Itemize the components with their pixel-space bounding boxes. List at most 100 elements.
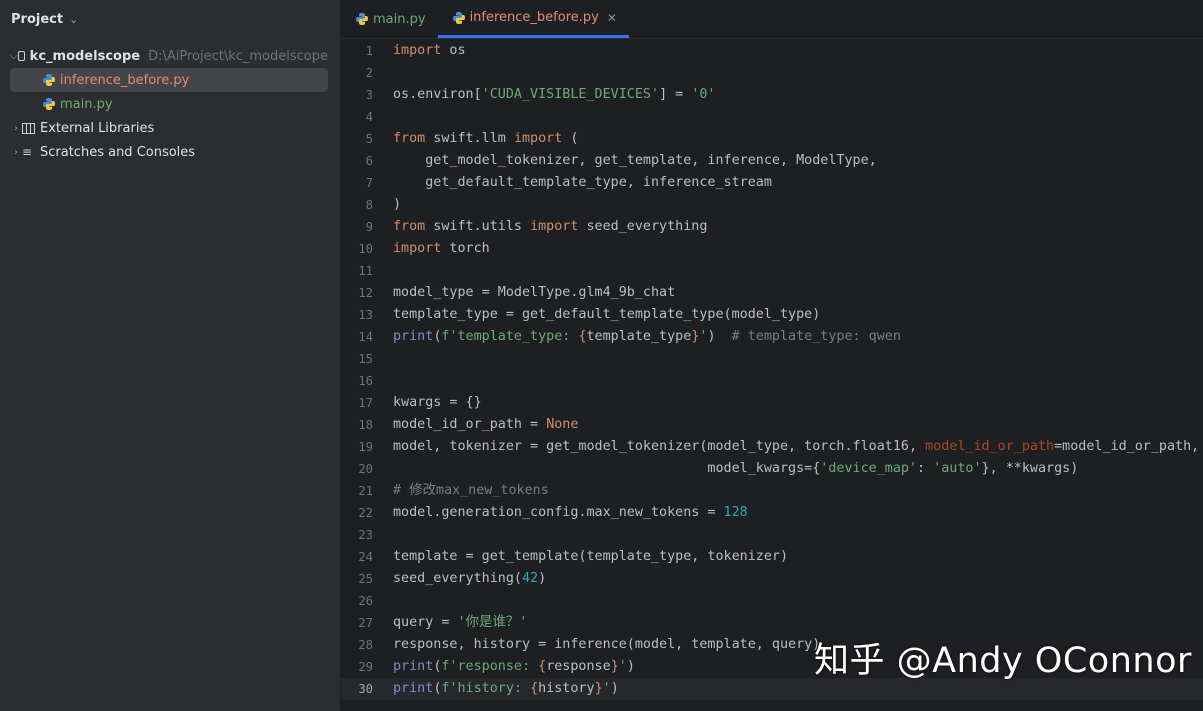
line-number[interactable]: 22 [341, 502, 373, 524]
code-line[interactable]: 5 from swift.llm import ( [341, 128, 1203, 150]
code-line[interactable]: 21 # 修改max_new_tokens [341, 480, 1203, 502]
code-line[interactable]: 18 model_id_or_path = None [341, 414, 1203, 436]
close-icon[interactable]: ✕ [607, 11, 617, 25]
line-number[interactable]: 1 [341, 40, 373, 62]
code-line[interactable]: 13 template_type = get_default_template_t… [341, 304, 1203, 326]
chevron-right-icon[interactable]: › [10, 123, 22, 134]
line-number[interactable]: 16 [341, 370, 373, 392]
line-number[interactable]: 7 [341, 172, 373, 194]
code-editor[interactable]: 1 import os 2 3 os.environ['CUDA_VISIBLE_DEV… [341, 39, 1203, 711]
line-number[interactable]: 6 [341, 150, 373, 172]
code-text[interactable]: # 修改max_new_tokens [393, 480, 549, 502]
code-text[interactable]: from swift.utils import seed_everything [393, 216, 707, 238]
line-number[interactable]: 13 [341, 304, 373, 326]
code-text[interactable]: template = get_template(template_type, t… [393, 546, 788, 568]
code-text[interactable]: from swift.llm import ( [393, 128, 578, 150]
code-line[interactable]: 22 model.generation_config.max_new_tokens… [341, 502, 1203, 524]
code-text[interactable]: print(f'response: {response}') [393, 656, 635, 678]
line-number[interactable]: 3 [341, 84, 373, 106]
code-line[interactable]: 11 [341, 260, 1203, 282]
code-text[interactable]: model, tokenizer = get_model_tokenizer(m… [393, 436, 1199, 458]
editor-tab-bar: main.py inference_before.py ✕ [341, 0, 1203, 39]
project-view-header[interactable]: Project ⌄ [0, 0, 340, 38]
line-number[interactable]: 27 [341, 612, 373, 634]
tree-external-libraries[interactable]: › External Libraries [10, 116, 328, 140]
code-line[interactable]: 10 import torch [341, 238, 1203, 260]
tree-file-inference-before[interactable]: inference_before.py [10, 68, 328, 92]
code-text[interactable]: kwargs = {} [393, 392, 482, 414]
code-text[interactable]: template_type = get_default_template_typ… [393, 304, 820, 326]
line-number[interactable]: 11 [341, 260, 373, 282]
code-line[interactable]: 8) [341, 194, 1203, 216]
line-number[interactable]: 19 [341, 436, 373, 458]
line-number[interactable]: 25 [341, 568, 373, 590]
code-line[interactable]: 20 model_kwargs={'device_map': 'auto'}, … [341, 458, 1203, 480]
line-number[interactable]: 21 [341, 480, 373, 502]
chevron-down-icon[interactable]: ⌄ [69, 13, 78, 26]
code-line[interactable]: 19 model, tokenizer = get_model_tokenizer… [341, 436, 1203, 458]
code-text[interactable]: ) [393, 194, 401, 216]
code-line[interactable]: 3 os.environ['CUDA_VISIBLE_DEVICES'] = '0… [341, 84, 1203, 106]
code-line[interactable]: 14 print(f'template_type: {template_type}… [341, 326, 1203, 348]
tab-inference-before-py[interactable]: inference_before.py ✕ [437, 0, 629, 38]
code-line[interactable]: 2 [341, 62, 1203, 84]
line-number[interactable]: 17 [341, 392, 373, 414]
line-number[interactable]: 18 [341, 414, 373, 436]
line-number[interactable]: 12 [341, 282, 373, 304]
line-number[interactable]: 24 [341, 546, 373, 568]
code-line[interactable]: 16 [341, 370, 1203, 392]
code-line[interactable]: 7 get_default_template_type, inference_s… [341, 172, 1203, 194]
code-line[interactable]: 12 model_type = ModelType.glm4_9b_chat [341, 282, 1203, 304]
line-number[interactable]: 8 [341, 194, 373, 216]
code-text[interactable]: model_kwargs={'device_map': 'auto'}, **k… [393, 458, 1078, 480]
code-text[interactable]: model.generation_config.max_new_tokens =… [393, 502, 748, 524]
code-line[interactable]: 1 import os [341, 40, 1203, 62]
code-line[interactable]: 15 [341, 348, 1203, 370]
scratches-icon: ≡ [22, 145, 33, 159]
line-number[interactable]: 23 [341, 524, 373, 546]
code-line[interactable]: 26 [341, 590, 1203, 612]
code-line[interactable]: 24 template = get_template(template_type,… [341, 546, 1203, 568]
chevron-down-icon[interactable]: ⌵ [10, 51, 18, 62]
line-number[interactable]: 2 [341, 62, 373, 84]
code-text[interactable]: print(f'history: {history}') [393, 678, 619, 700]
code-text[interactable]: get_default_template_type, inference_str… [393, 172, 772, 194]
tree-scratches[interactable]: › ≡ Scratches and Consoles [10, 140, 328, 164]
line-number[interactable]: 4 [341, 106, 373, 128]
tab-main-py[interactable]: main.py [341, 0, 438, 38]
code-line[interactable]: 23 [341, 524, 1203, 546]
chevron-right-icon[interactable]: › [10, 147, 22, 158]
code-text[interactable]: response, history = inference(model, tem… [393, 634, 820, 656]
line-number[interactable]: 9 [341, 216, 373, 238]
library-icon [22, 122, 35, 134]
line-number[interactable]: 14 [341, 326, 373, 348]
file-name: main.py [60, 96, 113, 112]
code-text[interactable]: import torch [393, 238, 490, 260]
line-number[interactable]: 20 [341, 458, 373, 480]
code-line[interactable]: 4 [341, 106, 1203, 128]
code-text[interactable]: print(f'template_type: {template_type}')… [393, 326, 901, 348]
code-text[interactable]: model_type = ModelType.glm4_9b_chat [393, 282, 675, 304]
code-line[interactable]: 6 get_model_tokenizer, get_template, inf… [341, 150, 1203, 172]
code-text[interactable]: os.environ['CUDA_VISIBLE_DEVICES'] = '0' [393, 84, 716, 106]
python-file-icon [452, 11, 466, 25]
code-line[interactable]: 17 kwargs = {} [341, 392, 1203, 414]
code-text[interactable]: import os [393, 40, 466, 62]
code-line[interactable]: 27 query = '你是谁？' [341, 612, 1203, 634]
line-number[interactable]: 5 [341, 128, 373, 150]
tree-project-root[interactable]: ⌵ kc_modelscope D:\AiProject\kc_modelsco… [10, 44, 328, 68]
code-line[interactable]: 25 seed_everything(42) [341, 568, 1203, 590]
code-text[interactable]: get_model_tokenizer, get_template, infer… [393, 150, 876, 172]
line-number[interactable]: 28 [341, 634, 373, 656]
code-text[interactable]: query = '你是谁？' [393, 612, 527, 634]
code-text[interactable]: seed_everything(42) [393, 568, 546, 590]
line-number[interactable]: 30 [341, 678, 373, 700]
line-number[interactable]: 29 [341, 656, 373, 678]
code-line[interactable]: 9 from swift.utils import seed_everything [341, 216, 1203, 238]
project-root-name: kc_modelscope [29, 48, 141, 64]
line-number[interactable]: 10 [341, 238, 373, 260]
tree-file-main[interactable]: main.py [10, 92, 328, 116]
code-text[interactable]: model_id_or_path = None [393, 414, 578, 436]
line-number[interactable]: 15 [341, 348, 373, 370]
line-number[interactable]: 26 [341, 590, 373, 612]
